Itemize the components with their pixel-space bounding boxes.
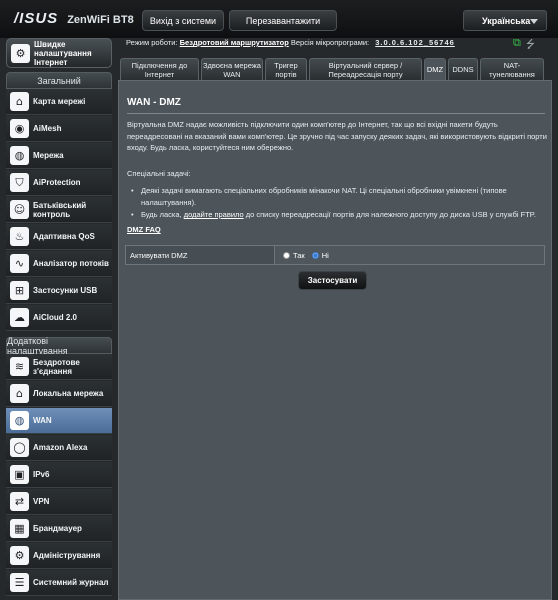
- sidebar-item-lan[interactable]: ⌂ Локальна мережа: [6, 381, 112, 407]
- network-status-icon[interactable]: ⧉: [513, 36, 521, 55]
- sidebar-item-ipv6[interactable]: ▣ IPv6: [6, 462, 112, 488]
- special-tasks-list: Деякі задачі вимагають спеціальних оброб…: [131, 185, 543, 222]
- puzzle-icon: ⊞: [10, 281, 29, 300]
- admin-gear-icon: ⚙: [10, 546, 29, 565]
- enable-dmz-row: Активувати DMZ Так Ні: [125, 245, 545, 265]
- status-line: Режим роботи: Бездротовий маршрутизатор …: [126, 38, 455, 47]
- dmz-faq-link[interactable]: DMZ FAQ: [127, 225, 161, 234]
- status-icons: ⧉ ⭍: [513, 36, 535, 55]
- language-select[interactable]: Українська: [463, 10, 547, 31]
- logout-button[interactable]: Вихід з системи: [142, 10, 224, 31]
- wireless-icon: ≋: [10, 357, 29, 376]
- reboot-button[interactable]: Перезавантажити: [229, 10, 337, 31]
- dmz-no-label[interactable]: Ні: [322, 251, 329, 260]
- qos-icon: ♨: [10, 227, 29, 246]
- sidebar-item-aiprotection[interactable]: ⛉ AiProtection: [6, 170, 112, 196]
- sidebar-item-aimesh[interactable]: ◉ AiMesh: [6, 116, 112, 142]
- content-panel: WAN - DMZ Віртуальна DMZ надає можливіст…: [118, 80, 552, 600]
- sidebar-item-amazon-alexa[interactable]: ◯ Amazon Alexa: [6, 435, 112, 461]
- network-map-icon: ⌂: [10, 92, 29, 111]
- dmz-description: Віртуальна DMZ надає можливість підключи…: [127, 120, 547, 152]
- sidebar-item-vpn[interactable]: ⇄ VPN: [6, 489, 112, 515]
- mode-link[interactable]: Бездротовий маршрутизатор: [180, 38, 289, 47]
- tab-dmz[interactable]: DMZ: [424, 58, 446, 80]
- cloud-icon: ☁: [10, 308, 29, 327]
- brand-logo: /ISUS: [14, 10, 59, 27]
- special-tasks-title: Спеціальні задачі:: [127, 169, 191, 178]
- globe-icon: ◍: [10, 411, 29, 430]
- dmz-yes-label[interactable]: Так: [293, 251, 305, 260]
- sidebar-item-parental-control[interactable]: ☺ Батьківський контроль: [6, 197, 112, 223]
- sidebar-item-wan[interactable]: ◍ WAN: [6, 408, 112, 434]
- sidebar-item-wireless[interactable]: ≋ Бездротове з'єднання: [6, 354, 112, 380]
- asus-logo[interactable]: /ISUS ZenWiFi BT8: [14, 10, 134, 27]
- sidebar-item-administration[interactable]: ⚙ Адміністрування: [6, 543, 112, 569]
- chevron-down-icon: [530, 19, 538, 24]
- firewall-icon: ▦: [10, 519, 29, 538]
- top-bar: /ISUS ZenWiFi BT8 Вихід з системи Переза…: [0, 0, 558, 38]
- language-value: Українська: [482, 15, 531, 26]
- sidebar-item-firewall[interactable]: ▦ Брандмауер: [6, 516, 112, 542]
- family-icon: ☺: [10, 200, 29, 219]
- alexa-icon: ◯: [10, 438, 29, 457]
- apply-button[interactable]: Застосувати: [298, 271, 367, 290]
- enable-dmz-label: Активувати DMZ: [125, 245, 275, 265]
- model-name: ZenWiFi BT8: [67, 14, 134, 26]
- mode-label: Режим роботи:: [126, 38, 178, 47]
- page-title: WAN - DMZ: [127, 97, 181, 108]
- sidebar-item-network-map[interactable]: ⌂ Карта мережі: [6, 89, 112, 115]
- title-divider: [127, 113, 545, 114]
- firmware-link[interactable]: 3.0.0.6.102_56746: [375, 38, 455, 47]
- tab-internet-connection[interactable]: Підключення до Інтернет: [120, 58, 199, 80]
- note-nat-handlers: Деякі задачі вимагають спеціальних оброб…: [131, 185, 543, 208]
- advanced-section-head: Додаткові налаштування: [6, 336, 112, 356]
- usb-icon[interactable]: ⭍: [526, 36, 535, 55]
- note-ftp-rule: Будь ласка, додайте правило до списку пе…: [131, 209, 543, 221]
- add-rule-link[interactable]: додайте правило: [184, 210, 244, 219]
- general-section-head: Загальний: [6, 72, 112, 89]
- quick-setup-label: Швидке налаштування Інтернет: [34, 39, 92, 67]
- tab-virtual-server[interactable]: Віртуальний сервер / Переадресація порту: [309, 58, 422, 80]
- sidebar-item-usb-apps[interactable]: ⊞ Застосунки USB: [6, 278, 112, 304]
- quick-internet-setup-button[interactable]: ⚙ Швидке налаштування Інтернет: [6, 38, 112, 68]
- home-network-icon: ⌂: [10, 384, 29, 403]
- sidebar-item-traffic-analyzer[interactable]: ∿ Аналізатор потоків: [6, 251, 112, 277]
- tab-nat-passthrough[interactable]: NAT-тунелювання: [480, 58, 544, 80]
- sidebar-item-system-log[interactable]: ☰ Системний журнал: [6, 570, 112, 596]
- chart-icon: ∿: [10, 254, 29, 273]
- ipv6-icon: ▣: [10, 465, 29, 484]
- globe-icon: ◍: [10, 146, 29, 165]
- quick-setup-icon: ⚙: [11, 43, 30, 63]
- aimesh-icon: ◉: [10, 119, 29, 138]
- shield-icon: ⛉: [10, 173, 29, 192]
- enable-dmz-options: Так Ні: [275, 245, 545, 265]
- dmz-no-radio[interactable]: [311, 251, 319, 259]
- fw-label: Версія мікропрограми:: [290, 38, 370, 47]
- vpn-icon: ⇄: [10, 492, 29, 511]
- log-icon: ☰: [10, 573, 29, 592]
- sidebar-item-adaptive-qos[interactable]: ♨ Адаптивна QoS: [6, 224, 112, 250]
- tab-port-trigger[interactable]: Тригер портів: [265, 58, 307, 80]
- tab-ddns[interactable]: DDNS: [448, 58, 478, 80]
- sidebar-item-network[interactable]: ◍ Мережа: [6, 143, 112, 169]
- dmz-yes-radio[interactable]: [283, 251, 290, 259]
- sidebar-item-aicloud[interactable]: ☁ AiCloud 2.0: [6, 305, 112, 331]
- tab-dual-wan[interactable]: Здвоєна мережа WAN: [201, 58, 263, 80]
